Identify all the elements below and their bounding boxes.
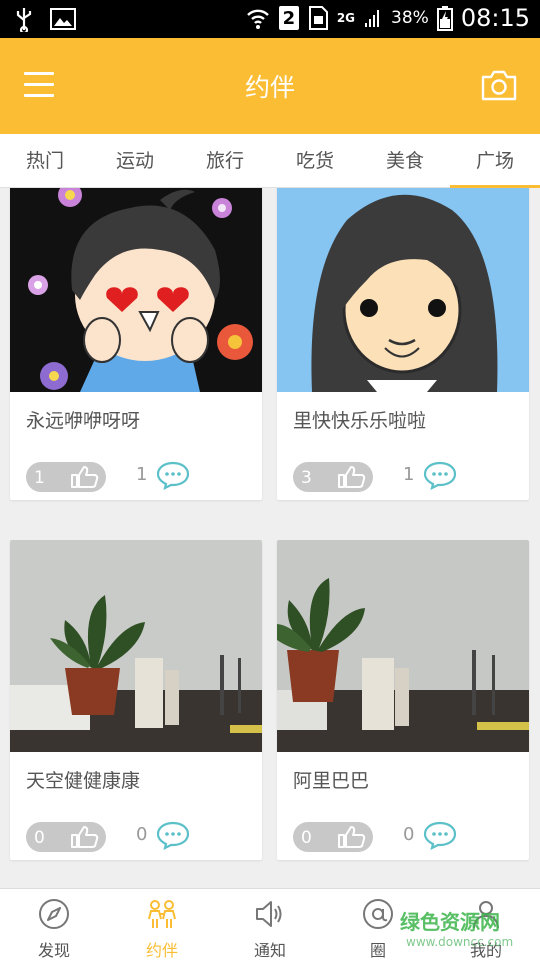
like-count: 3 (301, 468, 312, 488)
sim-card-icon (308, 6, 328, 30)
thumbs-up-icon (338, 466, 366, 488)
sim-badge: 2 (278, 6, 299, 30)
watermark-text: 绿色资源网 (400, 910, 500, 934)
thumbs-up-icon (338, 826, 366, 848)
watermark-url: www.downcc.com (406, 935, 514, 949)
post-author-name: 阿里巴巴 (293, 770, 370, 792)
comment-icon[interactable] (156, 460, 190, 490)
post-card[interactable]: 阿里巴巴 0 0 (277, 540, 529, 860)
companions-icon (148, 900, 176, 928)
battery-percent: 38% (391, 8, 429, 28)
tab-sports[interactable]: 运动 (90, 134, 180, 187)
signal-icon (365, 10, 380, 27)
page-title: 约伴 (244, 73, 295, 102)
status-bar: 2 2G 38% 08:15 (0, 0, 540, 38)
compass-icon (39, 899, 69, 929)
usb-icon (16, 8, 32, 32)
like-button[interactable]: 0 (26, 822, 106, 852)
thumbs-up-icon (71, 466, 99, 488)
post-card[interactable]: 天空健健康康 0 0 (10, 540, 262, 860)
comment-count: 0 (136, 824, 148, 845)
like-count: 0 (34, 828, 45, 848)
like-count: 1 (34, 468, 45, 488)
tab-cuisine[interactable]: 美食 (360, 134, 450, 187)
potted-plant-image (277, 540, 529, 752)
comment-icon[interactable] (423, 460, 457, 490)
post-author-name: 天空健健康康 (26, 770, 141, 792)
tab-travel[interactable]: 旅行 (180, 134, 270, 187)
comment-icon[interactable] (156, 820, 190, 850)
camera-icon[interactable] (480, 68, 518, 102)
network-type: 2G (336, 11, 356, 25)
at-sign-icon (363, 899, 393, 929)
like-button[interactable]: 3 (293, 462, 373, 492)
post-card[interactable]: 里快快乐乐啦啦 3 1 (277, 188, 529, 500)
category-tabs: 热门 运动 旅行 吃货 美食 广场 (0, 134, 540, 188)
image-notification-icon (50, 8, 76, 30)
tab-square[interactable]: 广场 (450, 134, 540, 188)
comment-count: 0 (403, 824, 415, 845)
tab-hot[interactable]: 热门 (0, 134, 90, 187)
battery-icon (436, 6, 453, 31)
post-author-name: 里快快乐乐啦啦 (293, 410, 427, 432)
wifi-hotspot-icon (246, 9, 269, 29)
like-count: 0 (301, 828, 312, 848)
clock: 08:15 (460, 4, 530, 32)
post-card[interactable]: 永远咿咿呀呀 1 1 (10, 188, 262, 500)
app-header: 约伴 (0, 38, 540, 134)
tab-foodie[interactable]: 吃货 (270, 134, 360, 187)
speaker-icon (256, 901, 282, 927)
comment-count: 1 (403, 464, 415, 485)
cartoon-boy-image (10, 188, 262, 392)
comment-count: 1 (136, 464, 148, 485)
cartoon-girl-image (277, 188, 529, 392)
nav-companions[interactable]: 约伴 (108, 889, 216, 960)
thumbs-up-icon (71, 826, 99, 848)
post-author-name: 永远咿咿呀呀 (26, 410, 141, 432)
nav-notifications[interactable]: 通知 (216, 889, 324, 960)
nav-label: 发现 (37, 941, 70, 960)
nav-discover[interactable]: 发现 (0, 889, 108, 960)
potted-plant-image (10, 540, 262, 752)
like-button[interactable]: 1 (26, 462, 106, 492)
nav-label: 通知 (253, 941, 286, 960)
watermark: 绿色资源网 www.downcc.com (400, 906, 513, 949)
like-button[interactable]: 0 (293, 822, 373, 852)
nav-label: 约伴 (145, 941, 178, 960)
comment-icon[interactable] (423, 820, 457, 850)
post-grid: 永远咿咿呀呀 1 1 里快快乐乐啦啦 3 1 天空健健康康 0 0 阿里巴巴 0… (0, 188, 540, 888)
